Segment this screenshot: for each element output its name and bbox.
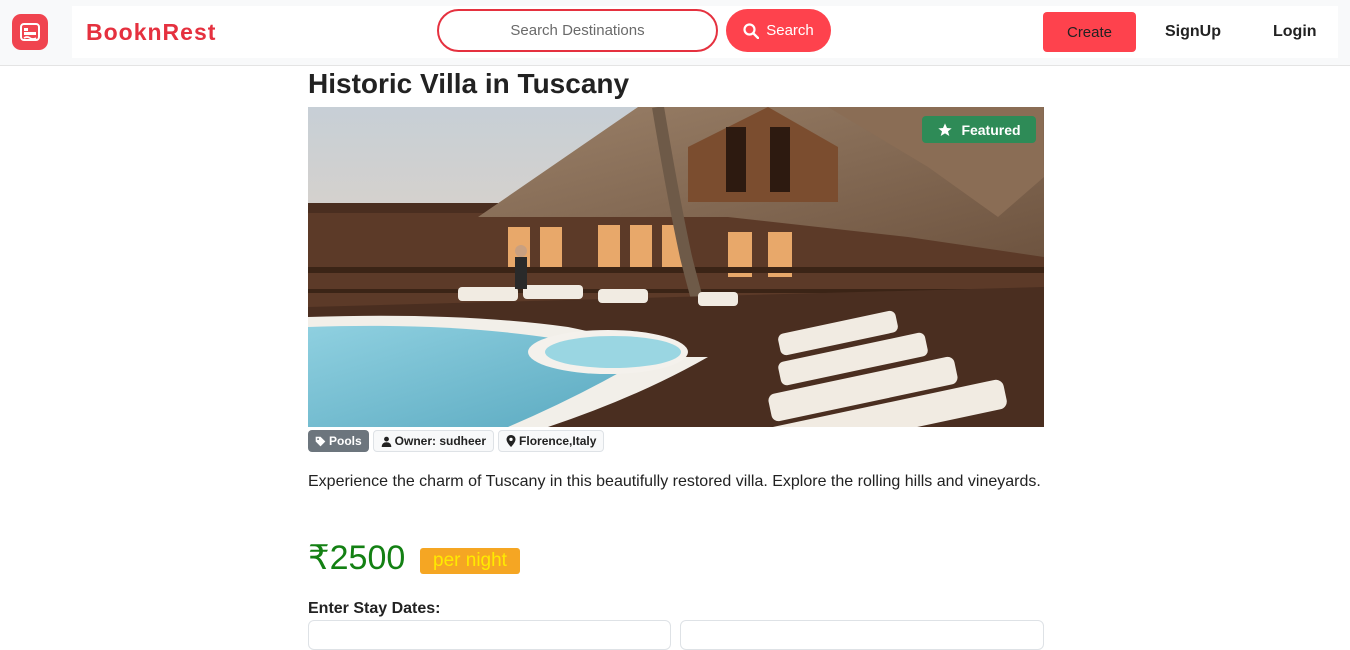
listing-price: ₹2500 (308, 539, 406, 577)
hotel-icon[interactable] (12, 14, 48, 50)
featured-badge: Featured (922, 116, 1036, 143)
listing-tags: Pools Owner: sudheer Florence,Italy (308, 430, 605, 452)
featured-label: Featured (961, 121, 1021, 138)
owner-tag-label: Owner: sudheer (394, 434, 487, 448)
search-button-label: Search (766, 22, 814, 39)
navbar: BooknRest Search Create SignUp Login (0, 0, 1350, 66)
price-unit-badge: per night (420, 548, 520, 574)
map-pin-icon (506, 435, 516, 447)
listing-image (308, 107, 1044, 427)
listing-title: Historic Villa in Tuscany (308, 68, 630, 99)
search-button[interactable]: Search (726, 9, 831, 52)
user-icon (381, 436, 391, 447)
brand-name[interactable]: BooknRest (86, 19, 216, 46)
category-tag: Pools (308, 430, 369, 452)
location-tag: Florence,Italy (498, 430, 605, 452)
search-icon (743, 22, 760, 39)
create-button[interactable]: Create (1043, 12, 1136, 52)
tag-icon (315, 436, 326, 446)
stay-dates-label: Enter Stay Dates: (308, 600, 441, 617)
login-link[interactable]: Login (1273, 23, 1317, 41)
check-out-date-field[interactable] (680, 620, 1044, 650)
search-input[interactable] (437, 9, 718, 52)
owner-tag: Owner: sudheer (372, 430, 495, 452)
category-tag-label: Pools (329, 434, 362, 448)
star-icon (938, 122, 953, 136)
listing-description: Experience the charm of Tuscany in this … (308, 473, 1041, 490)
check-in-date-field[interactable] (308, 620, 671, 650)
signup-link[interactable]: SignUp (1165, 23, 1221, 41)
navbar-content: BooknRest Search Create SignUp Login (72, 6, 1338, 58)
location-tag-label: Florence,Italy (519, 434, 597, 448)
